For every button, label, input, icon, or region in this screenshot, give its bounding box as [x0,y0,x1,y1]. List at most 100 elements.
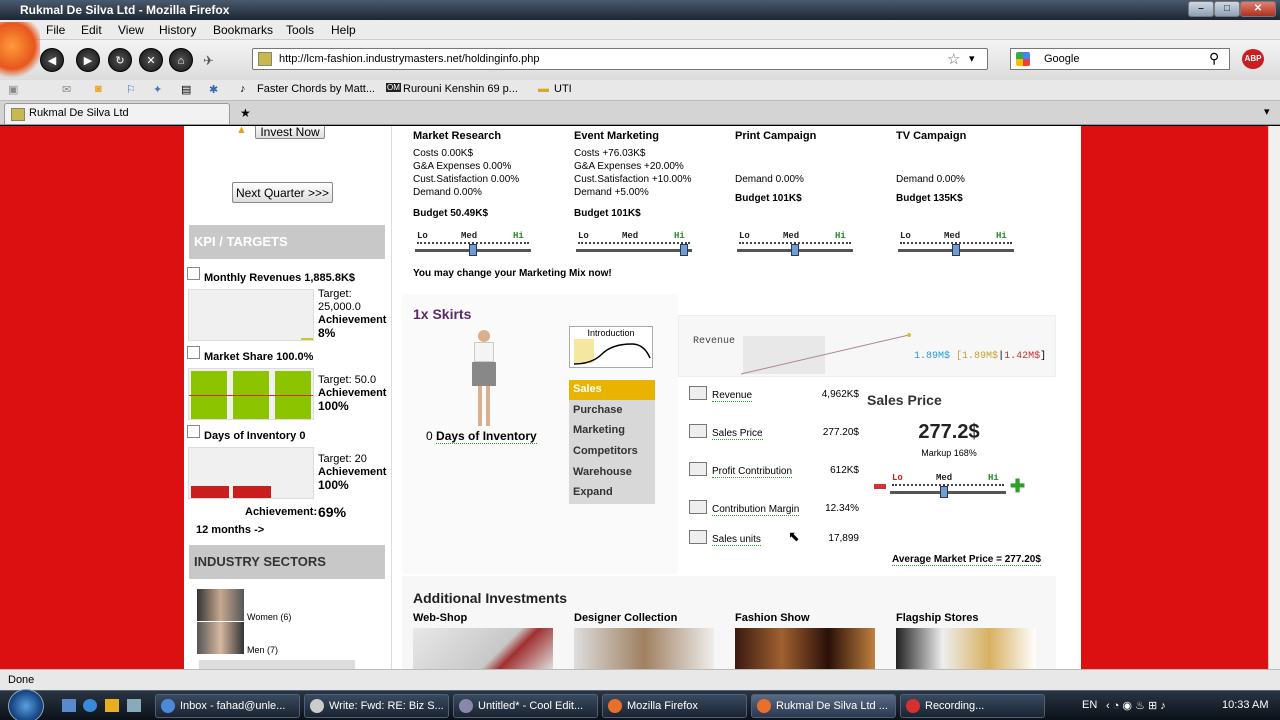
fashion-show-image[interactable] [735,628,875,669]
women-avatar[interactable] [197,589,244,621]
adblock-icon[interactable]: ABP [1242,49,1264,69]
stat-label[interactable]: Sales Price [712,428,763,440]
tab-active[interactable]: Rukmal De Silva Ltd [4,103,230,124]
menu-bookmarks[interactable]: Bookmarks [213,23,273,37]
bookmark-icon[interactable]: ▣ [8,83,18,96]
search-icon[interactable]: ⚲ [1209,50,1219,67]
bookmark-faster-chords[interactable]: Faster Chords by Matt... [257,83,375,95]
menu-warehouse[interactable]: Warehouse [569,463,655,483]
stat-label[interactable]: Revenue [712,390,753,402]
maximize-button[interactable]: □ [1214,1,1240,17]
event-marketing-slider[interactable]: Lo Med Hi [576,231,692,261]
designer-collection-image[interactable] [574,628,714,669]
investment-fashion-show[interactable]: Fashion Show [735,612,810,624]
menu-marketing[interactable]: Marketing [569,421,655,441]
men-avatar[interactable] [197,622,244,654]
slider-knob[interactable] [469,244,477,256]
rss-icon[interactable]: ◙ [95,83,102,95]
skirt-model-image[interactable] [468,330,500,430]
chart-icon[interactable] [689,530,707,544]
bookmark-icon[interactable]: ⚐ [126,83,136,96]
back-icon[interactable]: ◀ [40,48,64,72]
invest-now-button[interactable]: Invest Now [255,126,325,139]
flagship-stores-image[interactable] [896,628,1036,669]
bookmark-icon[interactable]: ▤ [181,83,191,96]
menu-help[interactable]: Help [331,23,356,37]
menu-expand[interactable]: Expand [569,483,655,503]
clock[interactable]: 10:33 AM [1222,699,1268,711]
task-cool-edit[interactable]: Untitled* - Cool Edit... [453,694,598,718]
bookmark-icon[interactable]: ✉ [62,83,71,96]
decrease-price-button[interactable] [874,484,886,489]
start-button[interactable] [8,689,44,720]
web-shop-image[interactable] [413,628,553,669]
kpi-checkbox[interactable] [187,425,200,438]
menu-sales[interactable]: Sales [569,380,655,400]
investment-flagship-stores[interactable]: Flagship Stores [896,612,979,624]
ie-icon[interactable] [83,699,97,712]
url-dropdown-icon[interactable]: ▾ [969,52,975,65]
tab-list-icon[interactable]: ▾ [1264,105,1270,118]
home-icon[interactable]: ⌂ [169,48,193,72]
investment-designer-collection[interactable]: Designer Collection [574,612,677,624]
lifecycle-phase-box[interactable]: Introduction [569,326,653,368]
next-quarter-button[interactable]: Next Quarter >>> [232,182,333,203]
url-text[interactable]: http://lcm-fashion.industrymasters.net/h… [279,53,539,65]
task-rukmal[interactable]: Rukmal De Silva Ltd ... [751,694,896,718]
market-research-slider[interactable]: Lo Med Hi [415,231,531,261]
print-campaign-slider[interactable]: Lo Med Hi [737,231,853,261]
switch-windows-icon[interactable] [127,699,141,712]
bookmark-icon[interactable]: ✦ [153,83,162,96]
menu-purchase[interactable]: Purchase [569,401,655,421]
search-input[interactable]: Google ⚲ [1010,48,1230,70]
bookmark-rurouni[interactable]: Rurouni Kenshin 69 p... [403,83,518,95]
sector-men[interactable]: Men (7) [247,645,278,655]
chart-icon[interactable] [689,462,707,476]
chart-icon[interactable] [689,424,707,438]
stop-icon[interactable]: ✕ [139,48,163,72]
slider-knob[interactable] [791,244,799,256]
close-button[interactable]: ✕ [1240,1,1276,17]
slider-knob[interactable] [680,244,688,256]
stat-label[interactable]: Contribution Margin [712,504,800,516]
show-desktop-icon[interactable] [62,699,76,712]
months-link[interactable]: 12 months -> [196,524,264,536]
tv-campaign-slider[interactable]: Lo Med Hi [898,231,1014,261]
menu-history[interactable]: History [159,23,196,37]
url-bar[interactable]: http://lcm-fashion.industrymasters.net/h… [252,48,988,70]
stat-label[interactable]: Sales units [712,534,761,546]
sector-women[interactable]: Women (6) [247,612,291,622]
kpi-checkbox[interactable] [187,267,200,280]
reload-icon[interactable]: ↻ [108,48,132,72]
slider-knob[interactable] [940,486,948,498]
slider-knob[interactable] [952,244,960,256]
guitar-icon[interactable]: ♪ [240,83,246,95]
extension-icon[interactable]: ✈ [203,53,214,69]
vertical-scrollbar[interactable] [1268,126,1280,669]
bookmark-icon[interactable]: ✱ [209,83,218,96]
chart-icon[interactable] [689,386,707,400]
chart-icon[interactable] [689,500,707,514]
tray-icons[interactable]: ‹ ◔ ◉ ♨ ⊞ ♪ [1106,699,1166,712]
task-write[interactable]: Write: Fwd: RE: Biz S... [304,694,449,718]
forward-icon[interactable]: ▶ [76,48,100,72]
sales-price-slider[interactable]: Lo Med Hi [890,473,1006,503]
kpi-checkbox[interactable] [187,346,200,359]
language-indicator[interactable]: EN [1082,699,1097,711]
task-inbox[interactable]: Inbox - fahad@unle... [155,694,300,718]
investment-web-shop[interactable]: Web-Shop [413,612,467,624]
menu-file[interactable]: File [46,23,65,37]
media-icon[interactable] [105,699,119,712]
menu-tools[interactable]: Tools [286,23,314,37]
menu-edit[interactable]: Edit [81,23,102,37]
bookmark-star-icon[interactable]: ☆ [947,50,960,68]
task-firefox[interactable]: Mozilla Firefox [602,694,747,718]
minimize-button[interactable]: – [1188,1,1214,17]
increase-price-button[interactable]: ✚ [1010,477,1025,495]
menu-competitors[interactable]: Competitors [569,442,655,462]
stat-label[interactable]: Profit Contribution [712,466,793,478]
task-recording[interactable]: Recording... [900,694,1045,718]
new-tab-button[interactable]: ★ [240,106,251,120]
bookmark-uti[interactable]: UTI [554,83,572,95]
menu-view[interactable]: View [118,23,144,37]
